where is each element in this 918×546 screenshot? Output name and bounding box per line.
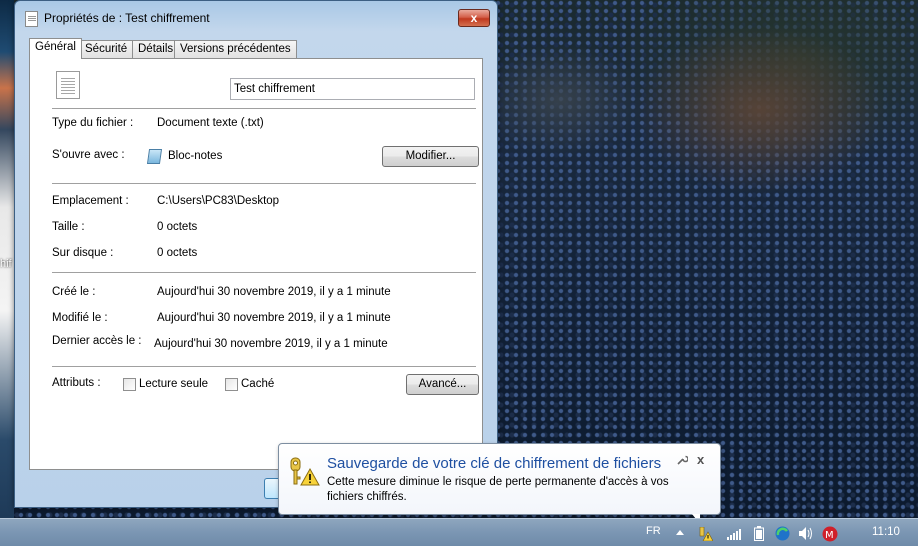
tab-general[interactable]: Général bbox=[29, 38, 82, 59]
file-type-label: Type du fichier : bbox=[52, 117, 134, 129]
balloon-body: Cette mesure diminue le risque de perte … bbox=[327, 476, 669, 503]
key-warning-icon[interactable] bbox=[699, 527, 713, 541]
location-label: Emplacement : bbox=[52, 195, 129, 207]
balloon-close-button[interactable]: x bbox=[697, 452, 704, 467]
taskbar: FR M 11:10 bbox=[0, 518, 918, 546]
svg-text:M: M bbox=[825, 530, 834, 541]
accessed-value: Aujourd'hui 30 novembre 2019, il y a 1 m… bbox=[154, 338, 388, 350]
close-button[interactable]: x bbox=[458, 9, 490, 27]
file-type-value: Document texte (.txt) bbox=[157, 117, 264, 129]
opens-with-label: S'ouvre avec : bbox=[52, 149, 125, 161]
opens-with-value: Bloc-notes bbox=[168, 150, 223, 162]
network-signal-icon[interactable] bbox=[727, 528, 743, 540]
notepad-icon bbox=[146, 149, 163, 164]
properties-window: Propriétés de : Test chiffrement x Génér… bbox=[14, 0, 498, 508]
separator bbox=[52, 108, 476, 109]
battery-icon[interactable] bbox=[754, 526, 764, 541]
modified-label: Modifié le : bbox=[52, 312, 108, 324]
disk-size-value: 0 octets bbox=[157, 247, 198, 259]
background-window-text: hif bbox=[0, 258, 12, 270]
hidden-checkbox[interactable] bbox=[225, 378, 238, 391]
modified-value: Aujourd'hui 30 novembre 2019, il y a 1 m… bbox=[157, 312, 391, 324]
created-value: Aujourd'hui 30 novembre 2019, il y a 1 m… bbox=[157, 286, 391, 298]
attributes-label: Attributs : bbox=[52, 377, 101, 389]
size-value: 0 octets bbox=[157, 221, 198, 233]
readonly-checkbox[interactable] bbox=[123, 378, 136, 391]
size-label: Taille : bbox=[52, 221, 85, 233]
document-icon bbox=[25, 11, 38, 27]
advanced-button[interactable]: Avancé... bbox=[406, 374, 479, 395]
text-file-icon bbox=[56, 71, 80, 99]
separator bbox=[52, 366, 476, 367]
disk-size-label: Sur disque : bbox=[52, 247, 114, 259]
notification-balloon[interactable]: Sauvegarde de votre clé de chiffrement d… bbox=[278, 443, 721, 515]
balloon-title: Sauvegarde de votre clé de chiffrement d… bbox=[327, 455, 662, 472]
separator bbox=[52, 272, 476, 273]
separator bbox=[52, 183, 476, 184]
tab-details[interactable]: Détails bbox=[132, 40, 180, 58]
general-tab-panel: Type du fichier : Document texte (.txt) … bbox=[29, 58, 483, 470]
show-hidden-icons-arrow-icon[interactable] bbox=[676, 529, 684, 535]
window-title: Propriétés de : Test chiffrement bbox=[44, 11, 210, 25]
tab-security[interactable]: Sécurité bbox=[79, 40, 134, 58]
browser-icon[interactable] bbox=[775, 526, 790, 541]
clock[interactable]: 11:10 bbox=[872, 526, 900, 538]
created-label: Créé le : bbox=[52, 286, 96, 298]
key-warning-icon bbox=[290, 457, 320, 486]
wrench-options-icon[interactable] bbox=[676, 454, 688, 466]
antivirus-icon[interactable]: M bbox=[822, 526, 838, 542]
hidden-label[interactable]: Caché bbox=[241, 378, 274, 390]
tab-previous-versions[interactable]: Versions précédentes bbox=[174, 40, 297, 58]
background-window-edge: hif bbox=[0, 0, 14, 518]
location-value: C:\Users\PC83\Desktop bbox=[157, 195, 280, 207]
language-indicator[interactable]: FR bbox=[646, 525, 661, 537]
volume-icon[interactable] bbox=[799, 527, 814, 540]
modify-button[interactable]: Modifier... bbox=[382, 146, 479, 167]
readonly-label[interactable]: Lecture seule bbox=[139, 378, 208, 390]
accessed-label: Dernier accès le : bbox=[52, 335, 142, 347]
filename-field[interactable] bbox=[230, 78, 475, 100]
